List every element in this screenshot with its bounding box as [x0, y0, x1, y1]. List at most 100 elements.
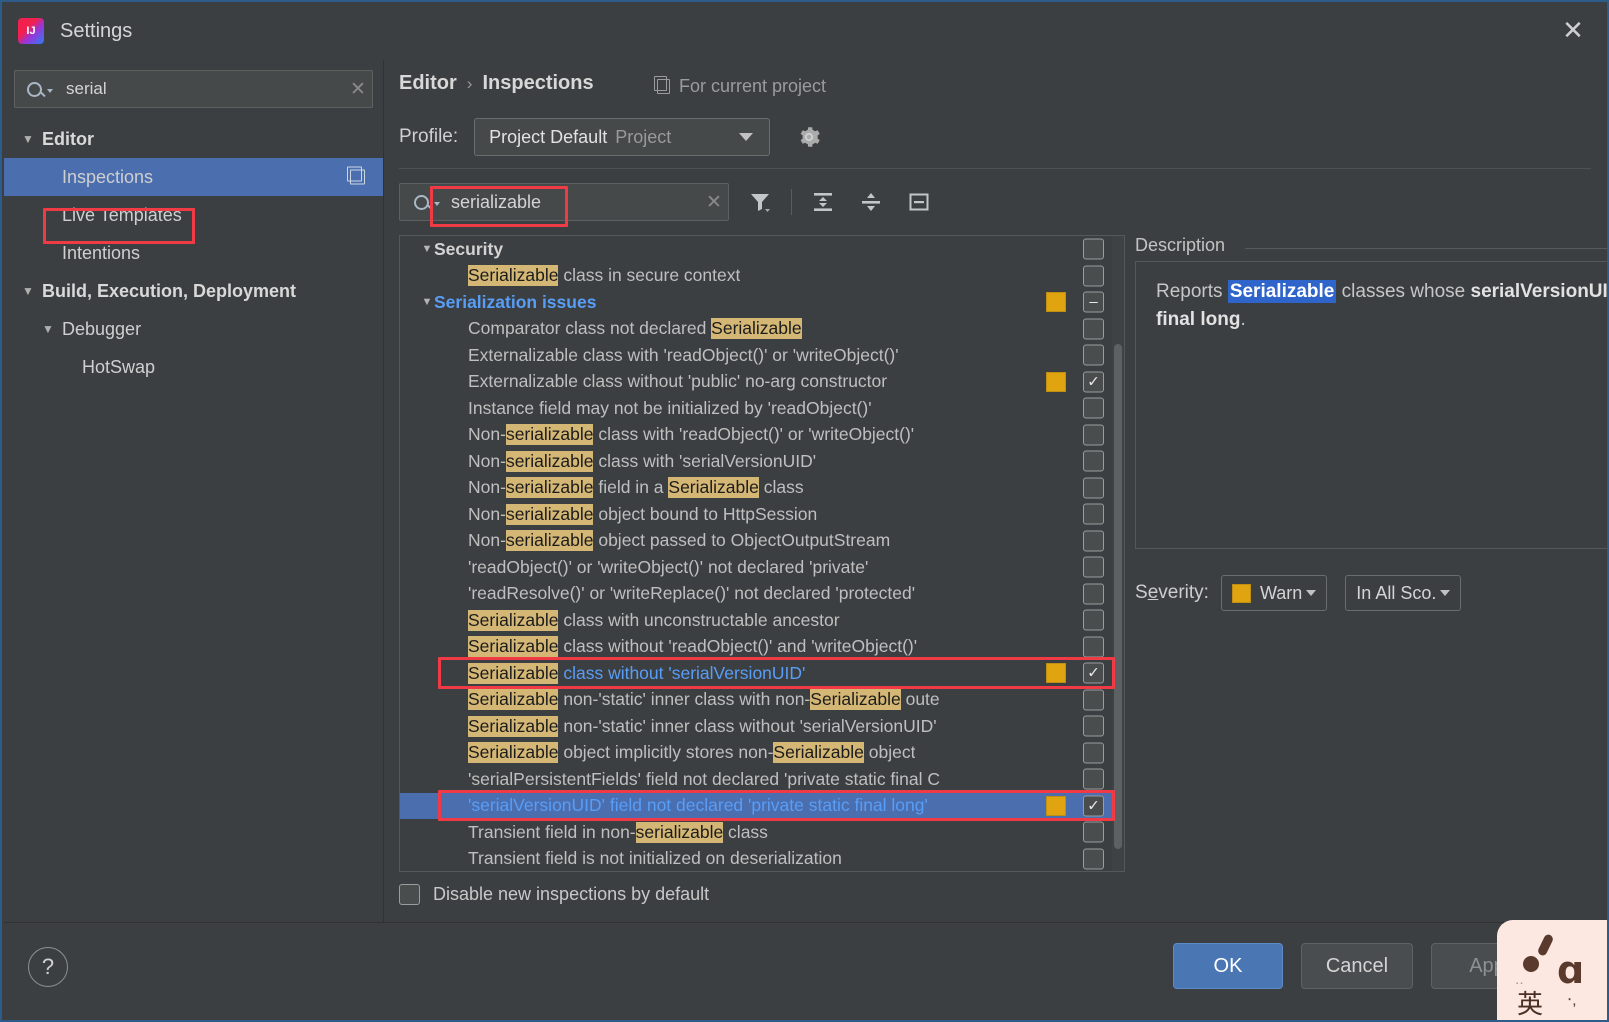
profile-dropdown[interactable]: Project Default Project [474, 118, 771, 156]
inspection-row-label: Serializable non-'static' inner class wi… [468, 715, 937, 737]
inspection-row-text: oute [900, 689, 940, 710]
clear-icon[interactable]: ✕ [700, 191, 728, 214]
inspection-row-ser-inner-without-uid[interactable]: Serializable non-'static' inner class wi… [400, 713, 1112, 740]
inspection-enabled-checkbox[interactable] [1083, 609, 1104, 631]
search-match-highlight: Serializable [810, 689, 901, 711]
inspection-search[interactable]: ✕ [399, 183, 729, 221]
close-icon[interactable]: ✕ [1553, 12, 1593, 48]
inspection-enabled-checkbox[interactable] [1083, 238, 1104, 260]
inspection-enabled-checkbox[interactable] [1083, 742, 1104, 764]
cancel-button[interactable]: Cancel [1301, 943, 1413, 989]
inspection-row-label: 'readResolve()' or 'writeReplace()' not … [468, 583, 915, 604]
collapse-all-icon[interactable] [854, 185, 888, 219]
inspection-row-instance-field-readobject[interactable]: Instance field may not be initialized by… [400, 395, 1112, 422]
inspection-enabled-checkbox[interactable] [1083, 424, 1104, 446]
inspection-enabled-checkbox[interactable] [1083, 530, 1104, 552]
inspection-enabled-checkbox[interactable] [1083, 848, 1104, 870]
disable-new-inspections-checkbox[interactable]: Disable new inspections by default [399, 884, 709, 905]
inspection-row-nonser-with-readwrite[interactable]: Non-serializable class with 'readObject(… [400, 422, 1112, 449]
inspection-row-nonser-objectoutputstream[interactable]: Non-serializable object passed to Object… [400, 528, 1112, 555]
inspection-row-nonser-field-in-ser[interactable]: Non-serializable field in a Serializable… [400, 475, 1112, 502]
inspection-row-externalizable-noarg[interactable]: Externalizable class without 'public' no… [400, 369, 1112, 396]
severity-warning-swatch[interactable] [1046, 292, 1066, 313]
breadcrumb-parent[interactable]: Editor [399, 72, 457, 95]
ok-button[interactable]: OK [1173, 943, 1283, 989]
sidebar-item-intentions[interactable]: Intentions [4, 234, 383, 272]
inspection-row-comparator-not-declared[interactable]: Comparator class not declared Serializab… [400, 316, 1112, 343]
toolbar-divider [791, 189, 792, 215]
copy-settings-icon[interactable] [347, 166, 365, 185]
checkbox-icon[interactable] [399, 884, 420, 905]
inspection-row-serialpersistentfields[interactable]: 'serialPersistentFields' field not decla… [400, 766, 1112, 793]
inspection-row-ser-implicitly-stores[interactable]: Serializable object implicitly stores no… [400, 740, 1112, 767]
filter-icon[interactable] [743, 185, 777, 219]
inspection-search-input[interactable] [449, 190, 700, 214]
inspection-row-serializable-secure-ctx[interactable]: Serializable class in secure context [400, 263, 1112, 290]
inspection-enabled-checkbox[interactable] [1083, 450, 1104, 472]
sidebar-item-hotswap[interactable]: HotSwap [4, 348, 383, 386]
inspection-enabled-checkbox[interactable] [1083, 768, 1104, 790]
inspection-enabled-checkbox[interactable] [1083, 477, 1104, 499]
sidebar-search-input[interactable] [64, 78, 344, 100]
inspection-enabled-checkbox[interactable] [1083, 318, 1104, 340]
clear-icon[interactable]: ✕ [344, 78, 372, 101]
inspection-row-readresolve-not-protected[interactable]: 'readResolve()' or 'writeReplace()' not … [400, 581, 1112, 608]
severity-dropdown[interactable]: Warn [1220, 575, 1328, 611]
inspection-enabled-checkbox[interactable]: – [1083, 291, 1104, 313]
inspection-row-nonser-httpsession[interactable]: Non-serializable object bound to HttpSes… [400, 501, 1112, 528]
inspection-enabled-checkbox[interactable] [1083, 689, 1104, 711]
chevron-down-icon[interactable]: ▼ [42, 322, 62, 336]
inspection-row-transient-in-nonser[interactable]: Transient field in non-serializable clas… [400, 819, 1112, 846]
inspections-scrollbar[interactable] [1112, 236, 1124, 871]
description-text-run: . [1240, 308, 1246, 330]
sidebar-search[interactable]: ✕ [14, 70, 373, 108]
inspection-row-readobject-not-private[interactable]: 'readObject()' or 'writeObject()' not de… [400, 554, 1112, 581]
sidebar-item-label: HotSwap [82, 356, 156, 377]
inspection-row-uid-not-private-static[interactable]: 'serialVersionUID' field not declared 'p… [400, 792, 1112, 819]
inspection-enabled-checkbox[interactable] [1083, 556, 1104, 578]
inspection-enabled-checkbox[interactable] [1083, 344, 1104, 366]
sidebar-item-debugger[interactable]: ▼ Debugger [4, 310, 383, 348]
inspection-enabled-checkbox[interactable] [1083, 503, 1104, 525]
sidebar-item-build-execution-deployment[interactable]: ▼ Build, Execution, Deployment [4, 272, 383, 310]
inspection-row-nonser-with-uid[interactable]: Non-serializable class with 'serialVersi… [400, 448, 1112, 475]
inspection-enabled-checkbox[interactable] [1083, 636, 1104, 658]
scrollbar-thumb[interactable] [1114, 344, 1122, 849]
severity-warning-swatch[interactable] [1046, 371, 1066, 392]
inspection-row-ser-inner-with-nonser[interactable]: Serializable non-'static' inner class wi… [400, 687, 1112, 714]
chevron-down-icon[interactable]: ▼ [420, 243, 434, 255]
inspection-enabled-checkbox[interactable] [1083, 715, 1104, 737]
inspection-row-text: class [723, 821, 768, 842]
inspection-enabled-checkbox[interactable] [1083, 265, 1104, 287]
severity-warning-swatch[interactable] [1046, 663, 1066, 684]
profile-scope: Project [615, 126, 672, 147]
inspection-row-ser-without-uid[interactable]: Serializable class without 'serialVersio… [400, 660, 1112, 687]
toggle-details-icon[interactable] [902, 185, 936, 219]
inspection-row-serialization-issues[interactable]: ▼ Serialization issues – [400, 289, 1112, 316]
inspection-enabled-checkbox[interactable] [1083, 821, 1104, 843]
inspection-enabled-checkbox[interactable]: ✓ [1083, 795, 1104, 817]
inspection-row-transient-not-initialized[interactable]: Transient field is not initialized on de… [400, 846, 1112, 872]
inspection-enabled-checkbox[interactable] [1083, 397, 1104, 419]
inspection-row-text: 'readObject()' or 'writeObject()' not de… [468, 556, 869, 577]
ime-floating-widget[interactable]: ․․ ɑ 英 ‧, [1497, 920, 1607, 1020]
inspection-enabled-checkbox[interactable]: ✓ [1083, 662, 1104, 684]
chevron-down-icon[interactable]: ▼ [420, 296, 434, 308]
gear-icon[interactable] [796, 124, 822, 150]
inspections-tree-panel: ▼ Security Serializable class in secure co… [399, 235, 1125, 872]
sidebar-item-inspections[interactable]: Inspections [4, 158, 383, 196]
inspection-row-ser-unconstructable[interactable]: Serializable class with unconstructable … [400, 607, 1112, 634]
sidebar-item-live-templates[interactable]: Live Templates [4, 196, 383, 234]
severity-warning-swatch[interactable] [1046, 795, 1066, 816]
scope-dropdown[interactable]: In All Sco. [1345, 575, 1462, 611]
expand-all-icon[interactable] [806, 185, 840, 219]
chevron-down-icon[interactable]: ▼ [22, 132, 42, 146]
sidebar-item-editor[interactable]: ▼ Editor [4, 120, 383, 158]
inspection-enabled-checkbox[interactable] [1083, 583, 1104, 605]
inspection-row-ser-without-readwrite[interactable]: Serializable class without 'readObject()… [400, 634, 1112, 661]
inspection-row-externalizable-with[interactable]: Externalizable class with 'readObject()'… [400, 342, 1112, 369]
inspection-enabled-checkbox[interactable]: ✓ [1083, 371, 1104, 393]
chevron-down-icon[interactable]: ▼ [22, 284, 42, 298]
help-button[interactable]: ? [28, 947, 68, 987]
inspection-row-security[interactable]: ▼ Security [400, 236, 1112, 263]
